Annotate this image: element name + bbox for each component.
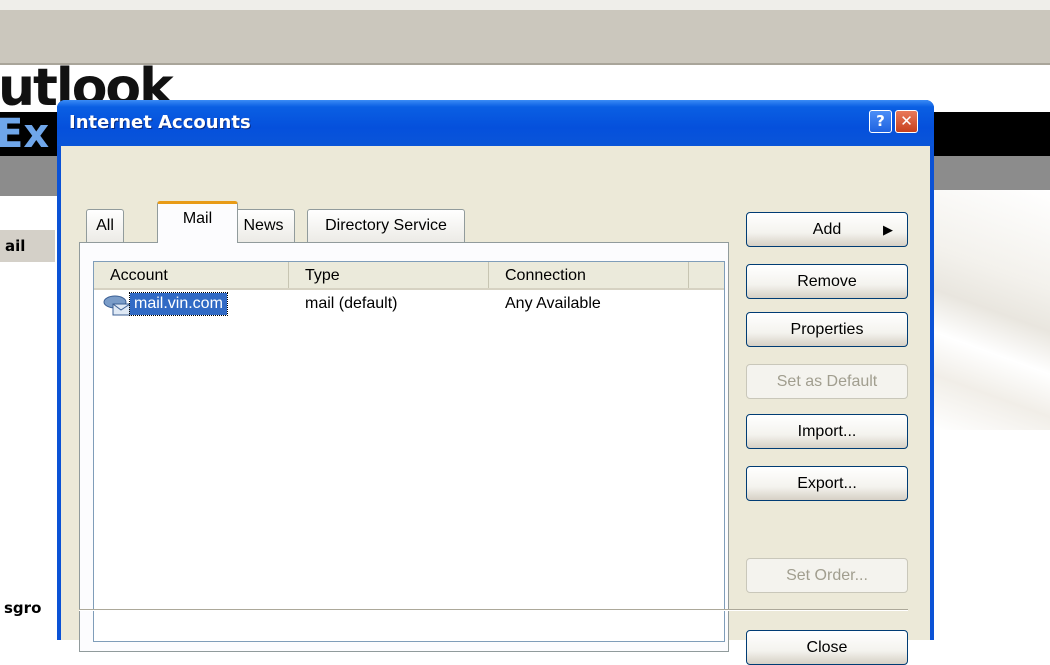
tab-directory-service[interactable]: Directory Service [307,209,465,242]
export-button[interactable]: Export... [746,466,908,501]
account-connection-cell: Any Available [505,295,601,312]
background-top-strip [0,0,1050,10]
remove-button[interactable]: Remove [746,264,908,299]
close-button[interactable]: Close [746,630,908,665]
tab-all[interactable]: All [86,209,124,242]
add-button[interactable]: Add ▶ [746,212,908,247]
help-button[interactable]: ? [869,110,892,133]
list-header: Account Type Connection [94,262,724,290]
account-type-cell: mail (default) [305,295,398,312]
dialog-titlebar[interactable]: Internet Accounts ? ✕ [57,100,934,146]
arrow-right-icon: ▶ [883,222,893,237]
divider [79,609,908,611]
list-item[interactable]: mail.vin.com mail (default) Any Availabl… [94,292,724,316]
background-swoosh-graphic [930,190,1050,430]
column-header-account[interactable]: Account [94,262,289,288]
column-header-type[interactable]: Type [289,262,489,288]
dialog-title: Internet Accounts [69,112,251,133]
column-header-connection[interactable]: Connection [489,262,689,288]
tab-news[interactable]: News [232,209,295,242]
close-window-button[interactable]: ✕ [895,110,918,133]
properties-button[interactable]: Properties [746,312,908,347]
account-name-cell[interactable]: mail.vin.com [129,292,228,316]
dialog-client-area: All News Directory Service Mail Account … [61,146,930,665]
set-order-button[interactable]: Set Order... [746,558,908,593]
mail-account-icon [103,294,131,316]
import-button[interactable]: Import... [746,414,908,449]
tab-mail[interactable]: Mail [157,201,238,243]
accounts-list[interactable]: Account Type Connection mail.vin.com mai… [93,261,725,642]
tab-panel-mail: Account Type Connection mail.vin.com mai… [79,242,729,652]
internet-accounts-dialog: Internet Accounts ? ✕ All News Directory… [57,100,934,665]
background-mail-link[interactable]: ail [0,230,55,262]
express-logo-text: Ex [0,111,50,157]
background-toolbar [0,10,1050,65]
add-button-label: Add [812,221,842,238]
set-as-default-button[interactable]: Set as Default [746,364,908,399]
